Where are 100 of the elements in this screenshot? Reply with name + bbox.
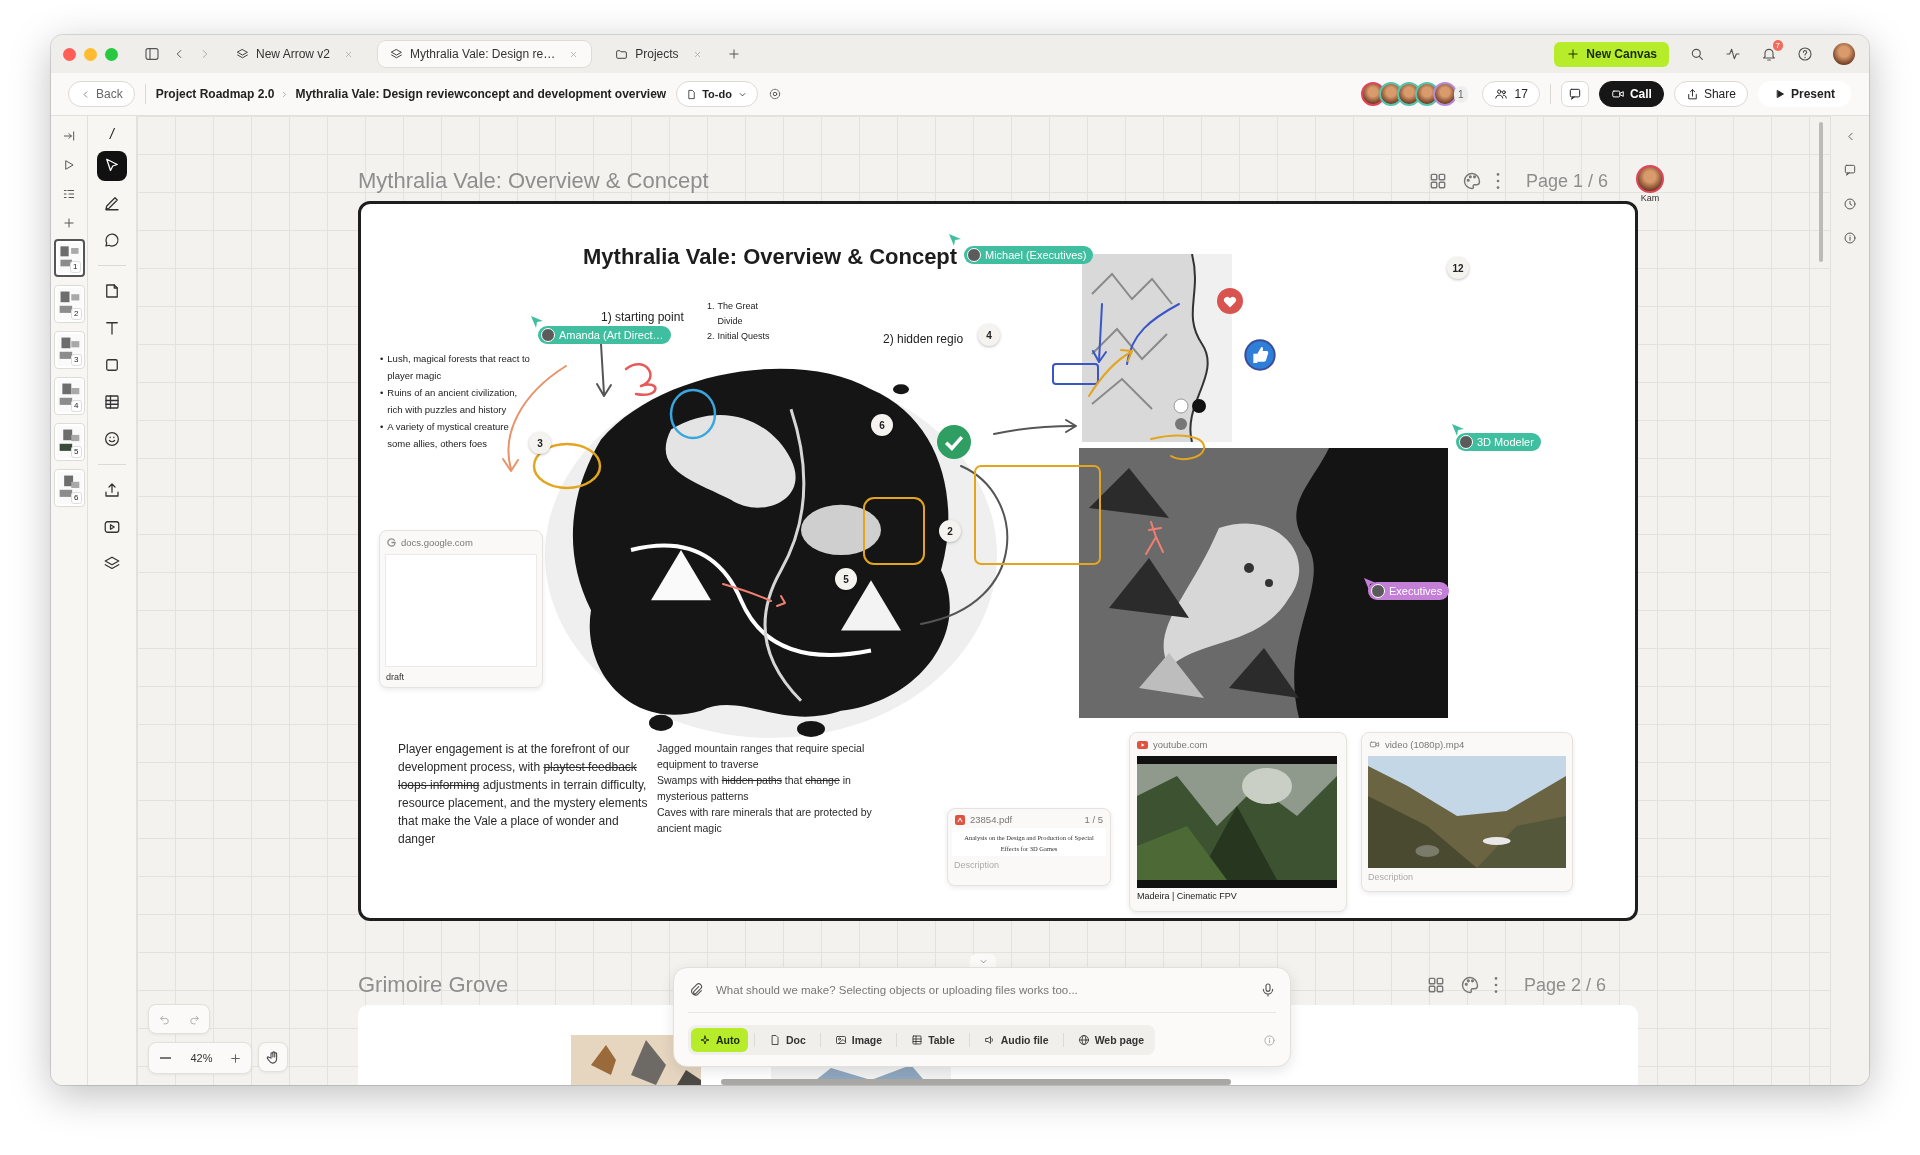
search-icon — [1689, 46, 1705, 62]
comments-panel-button[interactable] — [1843, 163, 1857, 177]
plus-icon — [1566, 47, 1581, 61]
link-caption: draft — [385, 671, 405, 684]
mode-chip[interactable]: Doc — [760, 1028, 814, 1052]
folder-icon — [615, 47, 629, 61]
comment-count[interactable]: 12 — [1447, 257, 1469, 279]
info-panel-button[interactable] — [1843, 231, 1857, 245]
activity-button[interactable] — [1725, 46, 1741, 62]
globe-icon — [1077, 1034, 1090, 1046]
zoom-in-button[interactable] — [229, 1051, 243, 1065]
comment-count[interactable]: 3 — [529, 432, 551, 454]
info-icon — [1263, 1033, 1276, 1047]
map-label: 2) hidden regio — [883, 332, 964, 346]
outline-icon — [62, 187, 76, 201]
mode-chip[interactable]: Web page — [1069, 1028, 1153, 1052]
table-icon — [911, 1034, 924, 1046]
list-item: The Great Divide — [717, 300, 760, 328]
page-thumbnail[interactable]: 6 — [53, 469, 85, 507]
browser-tab[interactable]: Projects — [603, 41, 715, 67]
video-card[interactable]: youtube.com Madeira | Cinematic FPV — [1129, 732, 1347, 912]
share-button[interactable]: Share — [1673, 81, 1748, 107]
viewer-name: Kam — [1640, 193, 1660, 203]
palette-button[interactable] — [1461, 171, 1482, 191]
cursor-icon — [531, 316, 543, 328]
paragraph-text: Player engagement is at the forefront of our development process, with playtest feedback loops informing adjustments in terrain difficulty, resource placement, and the mystery elements that make the Vale a place of wonder and danger — [398, 741, 648, 848]
mode-chip[interactable]: Table — [903, 1028, 963, 1052]
user-avatar[interactable] — [1833, 43, 1855, 65]
browser-tab[interactable]: New Arrow v2 — [224, 41, 367, 67]
list-number: 1. — [707, 300, 715, 313]
file-name: 23854.pdf — [970, 814, 1013, 825]
collapse-button[interactable] — [62, 128, 76, 144]
more-collaborators-count: 1 — [1454, 85, 1468, 103]
palette-button[interactable] — [1459, 975, 1480, 995]
video-source: youtube.com — [1153, 739, 1208, 750]
board-heading: Mythralia Vale: Overview & Concept — [583, 244, 958, 270]
viewer-avatar[interactable] — [1636, 165, 1664, 193]
tool-button[interactable] — [97, 151, 127, 181]
page-thumbnail[interactable]: 4 — [53, 377, 85, 415]
collaborator-cursor-label: Amanda (Art Direct… — [538, 326, 671, 344]
video-card[interactable]: video (1080p).mp4 Description — [1361, 732, 1573, 892]
cursor-icon — [1452, 424, 1464, 436]
sidebar-icon — [144, 46, 160, 62]
attach-button[interactable] — [688, 982, 704, 998]
page-thumbnail[interactable]: 1 — [53, 239, 85, 277]
comment-count[interactable]: 4 — [978, 324, 1000, 346]
sidebar-toggle-button[interactable] — [144, 46, 160, 62]
microphone-icon — [1260, 982, 1276, 998]
collapse-icon — [62, 129, 76, 143]
mode-chip[interactable]: Image — [826, 1028, 891, 1052]
camera-icon — [1369, 739, 1380, 750]
pan-button[interactable] — [258, 1042, 288, 1072]
mode-chip[interactable]: Audio file — [975, 1028, 1057, 1052]
mode-chip[interactable]: Auto — [691, 1028, 748, 1052]
new-canvas-button[interactable]: New Canvas — [1554, 41, 1669, 67]
command-tool[interactable]: / — [110, 126, 114, 144]
collaborator-avatar[interactable] — [1433, 82, 1457, 106]
paperclip-icon — [688, 982, 704, 998]
pen-icon — [103, 194, 121, 212]
checkmark-icon — [937, 425, 971, 459]
browser-tab[interactable]: Mythralia Vale: Design re… — [378, 41, 592, 67]
prompt-field[interactable]: What should we make? Selecting objects or uploading files works too... — [714, 983, 1250, 997]
settings-button[interactable] — [767, 87, 782, 101]
plus-icon — [726, 47, 741, 61]
status-dropdown[interactable]: To-do — [676, 81, 758, 107]
ink-stroke — [1145, 521, 1164, 555]
present-button[interactable]: Present — [1757, 81, 1851, 107]
video-title: Madeira | Cinematic FPV — [1136, 890, 1238, 903]
close-window-button[interactable] — [63, 47, 76, 61]
file-name: video (1080p).mp4 — [1385, 739, 1465, 750]
link-card[interactable]: docs.google.com draft — [379, 530, 543, 688]
list-item: A variety of mystical creature some allies, others foes — [387, 420, 510, 451]
share-icon — [1685, 87, 1699, 101]
page-thumbnail[interactable]: 5 — [53, 423, 85, 461]
comment-icon — [1843, 163, 1857, 177]
play-button[interactable] — [62, 157, 76, 173]
page-thumbnail[interactable]: 2 — [53, 285, 85, 323]
people-button[interactable]: 17 — [1481, 81, 1540, 107]
scrollbar[interactable] — [1819, 122, 1823, 262]
collaborator-cursor-label: Michael (Executives) — [964, 246, 1094, 264]
history-button[interactable] — [1843, 197, 1857, 211]
palette-icon — [1461, 171, 1482, 191]
back-button[interactable]: Back — [68, 81, 135, 107]
breadcrumb: Mythralia Vale: Design reviewconcept and development overview — [295, 87, 667, 101]
more-button[interactable] — [1493, 977, 1498, 993]
ink-stroke — [722, 583, 786, 607]
call-button[interactable]: Call — [1598, 81, 1664, 107]
notifications-button[interactable] — [1761, 46, 1777, 62]
microphone-button[interactable] — [1260, 982, 1276, 998]
layers-icon — [390, 47, 404, 61]
zoom-level: 42% — [190, 1052, 213, 1064]
breadcrumb[interactable]: Project Roadmap 2.0 — [155, 87, 275, 101]
scrollbar[interactable] — [721, 1079, 1231, 1085]
more-button[interactable] — [1495, 173, 1500, 189]
page-thumbnail[interactable]: 3 — [53, 331, 85, 369]
camera-icon — [1610, 87, 1625, 101]
page-indicator: Page 2 / 6 — [1523, 974, 1606, 996]
comments-button[interactable] — [1560, 81, 1589, 107]
search-button[interactable] — [1689, 46, 1705, 62]
help-button[interactable] — [1797, 46, 1813, 62]
